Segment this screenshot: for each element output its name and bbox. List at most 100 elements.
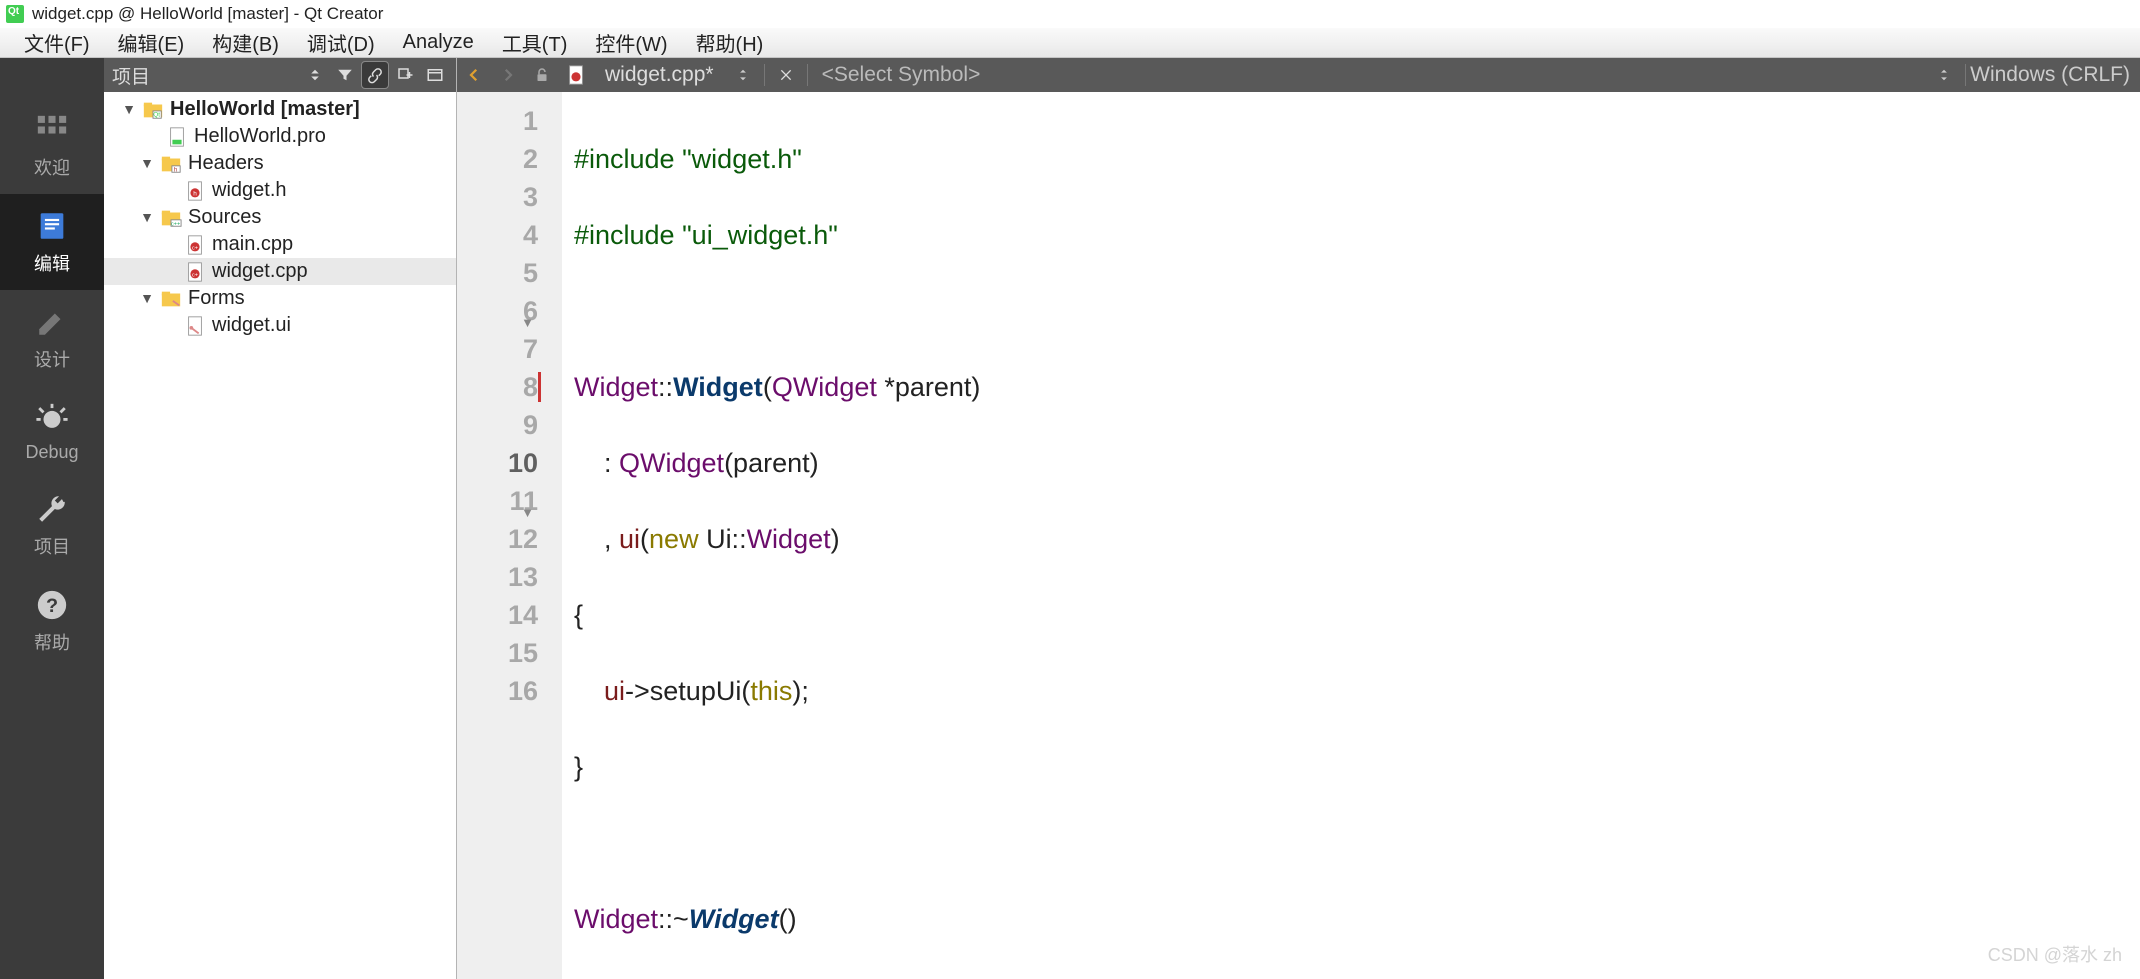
ui-file-icon [184, 315, 206, 337]
tree-label: widget.ui [212, 312, 291, 339]
line-number[interactable]: 11▼ [457, 482, 538, 520]
menu-bar: 文件(F) 编辑(E) 构建(B) 调试(D) Analyze 工具(T) 控件… [0, 28, 2140, 58]
svg-text:?: ? [46, 595, 58, 617]
line-number[interactable]: 7 [457, 330, 538, 368]
mode-label: 设计 [34, 346, 70, 372]
menu-tools[interactable]: 工具(T) [488, 24, 582, 61]
tree-widget-h[interactable]: h widget.h [104, 177, 456, 204]
tree-label: Headers [188, 150, 264, 177]
chevron-down-icon[interactable]: ▼ [138, 204, 156, 231]
line-number[interactable]: 16 [457, 672, 538, 710]
pencil-icon [34, 304, 70, 340]
line-number[interactable]: 1 [457, 102, 538, 140]
watermark: CSDN @落水 zh [1988, 941, 2122, 967]
tree-sources-folder[interactable]: ▼ c++ Sources [104, 204, 456, 231]
symbol-dropdown-icon[interactable] [1929, 60, 1959, 90]
chevron-down-icon[interactable]: ▼ [138, 285, 156, 312]
svg-text:c+: c+ [192, 272, 198, 278]
mode-label: 帮助 [34, 629, 70, 655]
mode-label: 欢迎 [34, 154, 70, 180]
editor-area: widget.cpp* <Select Symbol> Windows (CRL… [456, 58, 2140, 979]
tree-widget-ui[interactable]: widget.ui [104, 312, 456, 339]
editor-filename[interactable]: widget.cpp* [593, 63, 726, 87]
mode-help[interactable]: ? 帮助 [0, 573, 104, 669]
file-dropdown-icon[interactable] [728, 60, 758, 90]
tree-main-cpp[interactable]: c+ main.cpp [104, 231, 456, 258]
projects-header: 项目 [104, 58, 456, 92]
tree-label: widget.cpp [212, 258, 308, 285]
mode-debug[interactable]: Debug [0, 386, 104, 477]
line-number[interactable]: 14 [457, 596, 538, 634]
mode-edit[interactable]: 编辑 [0, 194, 104, 290]
line-gutter[interactable]: 1 2 3 4 5 6▼ 7 8 9 10 11▼ 12 13 14 15 16 [457, 92, 562, 979]
line-number[interactable]: 5 [457, 254, 538, 292]
line-number[interactable]: 9 [457, 406, 538, 444]
menu-debug[interactable]: 调试(D) [293, 24, 389, 61]
question-icon: ? [34, 587, 70, 623]
window-title: widget.cpp @ HelloWorld [master] - Qt Cr… [32, 4, 383, 24]
line-number[interactable]: 15 [457, 634, 538, 672]
menu-help[interactable]: 帮助(H) [682, 24, 778, 61]
mode-welcome[interactable]: 欢迎 [0, 98, 104, 194]
menu-edit[interactable]: 编辑(E) [104, 24, 199, 61]
cpp-file-icon: c+ [184, 261, 206, 283]
line-number[interactable]: 12 [457, 520, 538, 558]
tree-project-root[interactable]: ▼ Qt HelloWorld [master] [104, 96, 456, 123]
project-tree[interactable]: ▼ Qt HelloWorld [master] HelloWorld.pro … [104, 92, 456, 979]
tree-label: widget.h [212, 177, 287, 204]
line-number[interactable]: 6▼ [457, 292, 538, 330]
tree-label: Sources [188, 204, 261, 231]
filter-icon[interactable] [332, 62, 358, 88]
pro-file-icon [166, 126, 188, 148]
line-number[interactable]: 10 [457, 444, 538, 482]
line-number[interactable]: 8 [457, 368, 538, 406]
nav-back-button[interactable] [459, 60, 489, 90]
line-number[interactable]: 4 [457, 216, 538, 254]
tree-pro-file[interactable]: HelloWorld.pro [104, 123, 456, 150]
tree-widget-cpp[interactable]: c+ widget.cpp [104, 258, 456, 285]
lock-icon[interactable] [527, 60, 557, 90]
h-file-icon: h [184, 180, 206, 202]
mode-label: 项目 [34, 533, 70, 559]
bug-icon [34, 400, 70, 436]
projects-panel: 项目 ▼ Qt HelloWorld [master] HelloWorld.p… [104, 58, 456, 979]
tree-forms-folder[interactable]: ▼ Forms [104, 285, 456, 312]
chevron-down-icon[interactable]: ▼ [138, 150, 156, 177]
tree-label: HelloWorld [master] [170, 96, 360, 123]
menu-analyze[interactable]: Analyze [389, 27, 488, 58]
code-editor[interactable]: 1 2 3 4 5 6▼ 7 8 9 10 11▼ 12 13 14 15 16… [457, 92, 2140, 979]
menu-widgets[interactable]: 控件(W) [581, 24, 681, 61]
close-editor-button[interactable] [771, 60, 801, 90]
split-icon[interactable] [422, 62, 448, 88]
folder-cpp-icon: c++ [160, 207, 182, 229]
qt-logo-icon [6, 5, 24, 23]
line-number[interactable]: 2 [457, 140, 538, 178]
nav-forward-button[interactable] [493, 60, 523, 90]
line-number[interactable]: 13 [457, 558, 538, 596]
grid-icon [34, 112, 70, 148]
symbol-selector[interactable]: <Select Symbol> [812, 63, 1928, 87]
line-number[interactable]: 3 [457, 178, 538, 216]
add-icon[interactable] [392, 62, 418, 88]
tree-headers-folder[interactable]: ▼ h Headers [104, 150, 456, 177]
editor-toolbar: widget.cpp* <Select Symbol> Windows (CRL… [457, 58, 2140, 92]
svg-text:c+: c+ [192, 245, 198, 251]
link-icon[interactable] [362, 62, 388, 88]
encoding-indicator[interactable]: Windows (CRLF) [1970, 63, 2140, 87]
code-content[interactable]: #include "widget.h" #include "ui_widget.… [562, 92, 2140, 979]
mode-design[interactable]: 设计 [0, 290, 104, 386]
folder-h-icon: h [160, 153, 182, 175]
svg-text:c++: c++ [171, 221, 180, 227]
svg-text:h: h [193, 190, 197, 197]
mode-bar: 欢迎 编辑 设计 Debug 项目 ? 帮助 [0, 58, 104, 979]
qt-project-icon: Qt [142, 99, 164, 121]
svg-text:h: h [174, 166, 178, 173]
sort-icon[interactable] [302, 62, 328, 88]
svg-text:Qt: Qt [153, 111, 160, 118]
projects-header-title[interactable]: 项目 [112, 62, 298, 89]
menu-file[interactable]: 文件(F) [10, 24, 104, 61]
menu-build[interactable]: 构建(B) [198, 24, 293, 61]
mode-projects[interactable]: 项目 [0, 477, 104, 573]
chevron-down-icon[interactable]: ▼ [120, 96, 138, 123]
mode-label: 编辑 [34, 250, 70, 276]
